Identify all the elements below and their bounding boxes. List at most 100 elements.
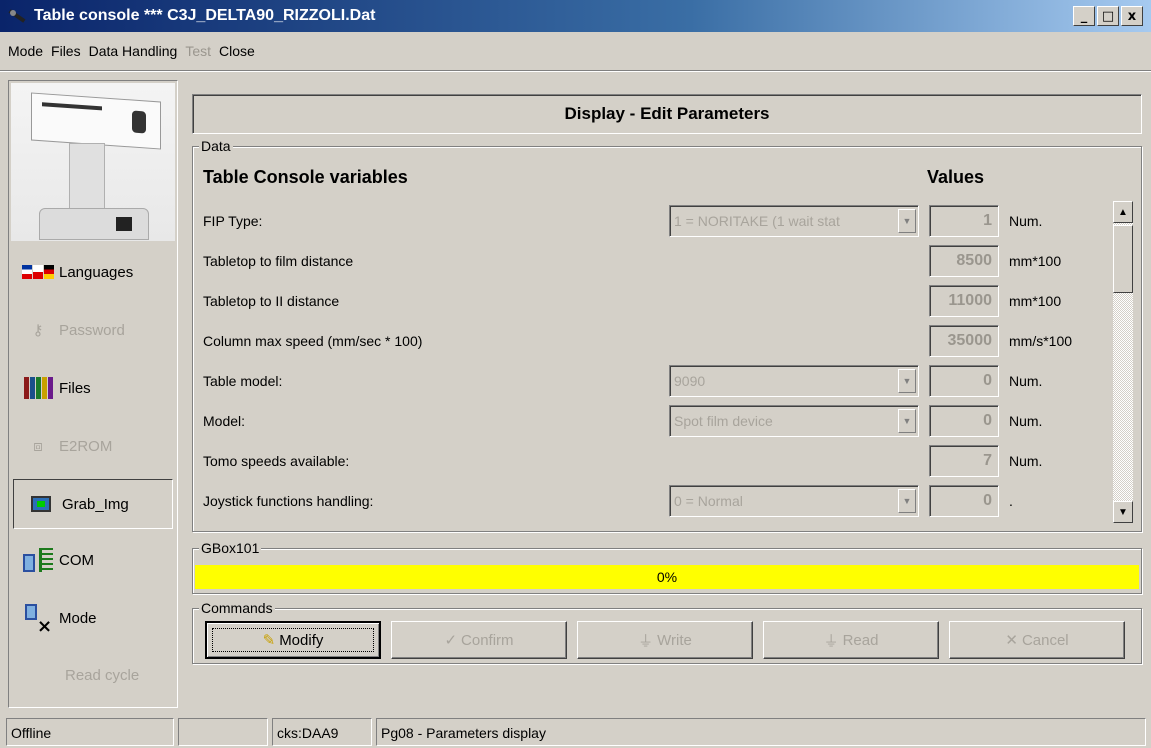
tabletop-film-distance-value[interactable]: 8500 <box>929 245 999 277</box>
scroll-thumb[interactable] <box>1113 225 1133 293</box>
joystick-functions-value[interactable]: 0 <box>929 485 999 517</box>
page-title: Display - Edit Parameters <box>192 94 1142 134</box>
parameter-label: Tomo speeds available: <box>203 453 350 469</box>
tomo-speeds-value[interactable]: 7 <box>929 445 999 477</box>
check-icon: ✓ <box>444 631 458 649</box>
e2rom-button[interactable]: ⧈ E2ROM <box>11 421 175 471</box>
com-label: COM <box>59 551 94 569</box>
modify-button[interactable]: ✎ Modify <box>205 621 381 659</box>
write-button[interactable]: ⏚ Write <box>577 621 753 659</box>
languages-button[interactable]: Languages <box>11 247 175 297</box>
grab-img-label: Grab_Img <box>62 495 129 513</box>
chip-icon: ⧈ <box>33 437 43 455</box>
parameter-label: Tabletop to II distance <box>203 293 340 309</box>
column-max-speed-value[interactable]: 35000 <box>929 325 999 357</box>
menu-close[interactable]: Close <box>215 43 259 59</box>
com-button[interactable]: COM <box>11 535 175 585</box>
values-column-header: Values <box>927 167 985 187</box>
menu-test[interactable]: Test <box>181 43 215 59</box>
confirm-button[interactable]: ✓ Confirm <box>391 621 567 659</box>
main-panel: Display - Edit Parameters Data Table Con… <box>184 84 1148 702</box>
parameter-row: Tabletop to II distance 11000 mm*100 <box>203 283 1113 321</box>
password-label: Password <box>59 321 125 339</box>
read-icon: ⏚ <box>823 631 839 650</box>
write-icon: ⏚ <box>638 631 654 650</box>
app-icon <box>6 6 28 26</box>
progress-text: 0% <box>656 569 678 585</box>
read-cycle-label[interactable]: Read cycle <box>65 667 139 684</box>
scroll-up-icon[interactable]: ▲ <box>1113 201 1133 223</box>
dropdown-arrow-icon: ▼ <box>898 409 916 433</box>
variables-column-header: Table Console variables <box>203 167 408 187</box>
window-controls: _ □ x <box>1073 6 1143 26</box>
parameter-row: Table model: 9090 ▼ 0 Num. <box>203 363 1113 401</box>
com-icon <box>21 546 55 574</box>
parameter-unit: . <box>1009 493 1013 509</box>
read-button[interactable]: ⏚ Read <box>763 621 939 659</box>
languages-label: Languages <box>59 263 134 281</box>
menu-data-handling[interactable]: Data Handling <box>85 43 182 59</box>
table-model-value[interactable]: 0 <box>929 365 999 397</box>
cancel-button[interactable]: ✕ Cancel <box>949 621 1125 659</box>
parameter-row: FIP Type: 1 = NORITAKE (1 wait stat ▼ 1 N… <box>203 203 1113 241</box>
monitor-icon <box>24 490 58 518</box>
files-button[interactable]: Files <box>11 363 175 413</box>
scroll-down-icon[interactable]: ▼ <box>1113 501 1133 523</box>
sidebar: Languages ⚷ Password Files ⧈ E2ROM Grab_… <box>8 80 178 708</box>
progress-bar: 0% <box>195 565 1139 589</box>
status-connection: Offline <box>6 718 174 746</box>
cancel-icon: ✕ <box>1005 631 1018 649</box>
commands-group: Commands ✎ Modify ✓ Confirm ⏚ Write ⏚ Re… <box>192 600 1142 664</box>
tabletop-ii-distance-value[interactable]: 11000 <box>929 285 999 317</box>
close-window-button[interactable]: x <box>1121 6 1143 26</box>
window-title: Table console *** C3J_DELTA90_RIZZOLI.Da… <box>34 7 376 24</box>
menu-bar: Mode Files Data Handling Test Close <box>0 36 259 66</box>
parameter-unit: Num. <box>1009 413 1043 429</box>
model-select[interactable]: Spot film device ▼ <box>669 405 919 437</box>
parameter-label: Tabletop to film distance <box>203 253 354 269</box>
mode-label: Mode <box>59 609 97 627</box>
dropdown-arrow-icon: ▼ <box>898 489 916 513</box>
status-page: Pg08 - Parameters display <box>376 718 1146 746</box>
parameter-unit: Num. <box>1009 373 1043 389</box>
fip-type-select[interactable]: 1 = NORITAKE (1 wait stat ▼ <box>669 205 919 237</box>
parameters-scrollbar[interactable]: ▲ ▼ <box>1113 201 1133 523</box>
mode-button[interactable]: × Mode <box>11 593 175 643</box>
joystick-functions-select[interactable]: 0 = Normal ▼ <box>669 485 919 517</box>
password-button[interactable]: ⚷ Password <box>11 305 175 355</box>
menu-separator <box>0 70 1151 72</box>
flags-icon <box>21 258 55 286</box>
parameter-unit: Num. <box>1009 453 1043 469</box>
status-checksum: cks:DAA9 <box>272 718 372 746</box>
key-icon: ⚷ <box>32 321 44 339</box>
menu-files[interactable]: Files <box>47 43 85 59</box>
table-model-select[interactable]: 9090 ▼ <box>669 365 919 397</box>
mode-icon: × <box>21 604 55 637</box>
parameter-label: Joystick functions handling: <box>203 493 374 509</box>
grab-img-button[interactable]: Grab_Img <box>13 479 173 529</box>
parameter-unit: mm/s*100 <box>1009 333 1073 349</box>
parameter-row: Tomo speeds available: 7 Num. <box>203 443 1113 481</box>
model-value[interactable]: 0 <box>929 405 999 437</box>
parameter-unit: Num. <box>1009 213 1043 229</box>
parameter-row: Joystick functions handling: 0 = Normal ▼… <box>203 483 1113 521</box>
books-icon <box>21 374 55 402</box>
parameter-row: Model: Spot film device ▼ 0 Num. <box>203 403 1113 441</box>
minimize-button[interactable]: _ <box>1073 6 1095 26</box>
parameter-label: Table model: <box>203 373 283 389</box>
parameter-unit: mm*100 <box>1009 253 1062 269</box>
parameter-label: Column max speed (mm/sec * 100) <box>203 333 423 349</box>
files-label: Files <box>59 379 91 397</box>
status-empty-panel <box>178 718 268 746</box>
fip-type-value[interactable]: 1 <box>929 205 999 237</box>
parameter-row: Column max speed (mm/sec * 100) 35000 mm… <box>203 323 1113 361</box>
maximize-button[interactable]: □ <box>1097 6 1119 26</box>
menu-mode[interactable]: Mode <box>4 43 47 59</box>
data-group-label: Data <box>199 138 233 154</box>
title-bar: Table console *** C3J_DELTA90_RIZZOLI.Da… <box>0 0 1151 32</box>
e2rom-label: E2ROM <box>59 437 113 455</box>
gbox-group: GBox101 0% <box>192 540 1142 594</box>
parameter-label: FIP Type: <box>203 213 263 229</box>
parameter-label: Model: <box>203 413 246 429</box>
table-console-image <box>11 83 175 241</box>
